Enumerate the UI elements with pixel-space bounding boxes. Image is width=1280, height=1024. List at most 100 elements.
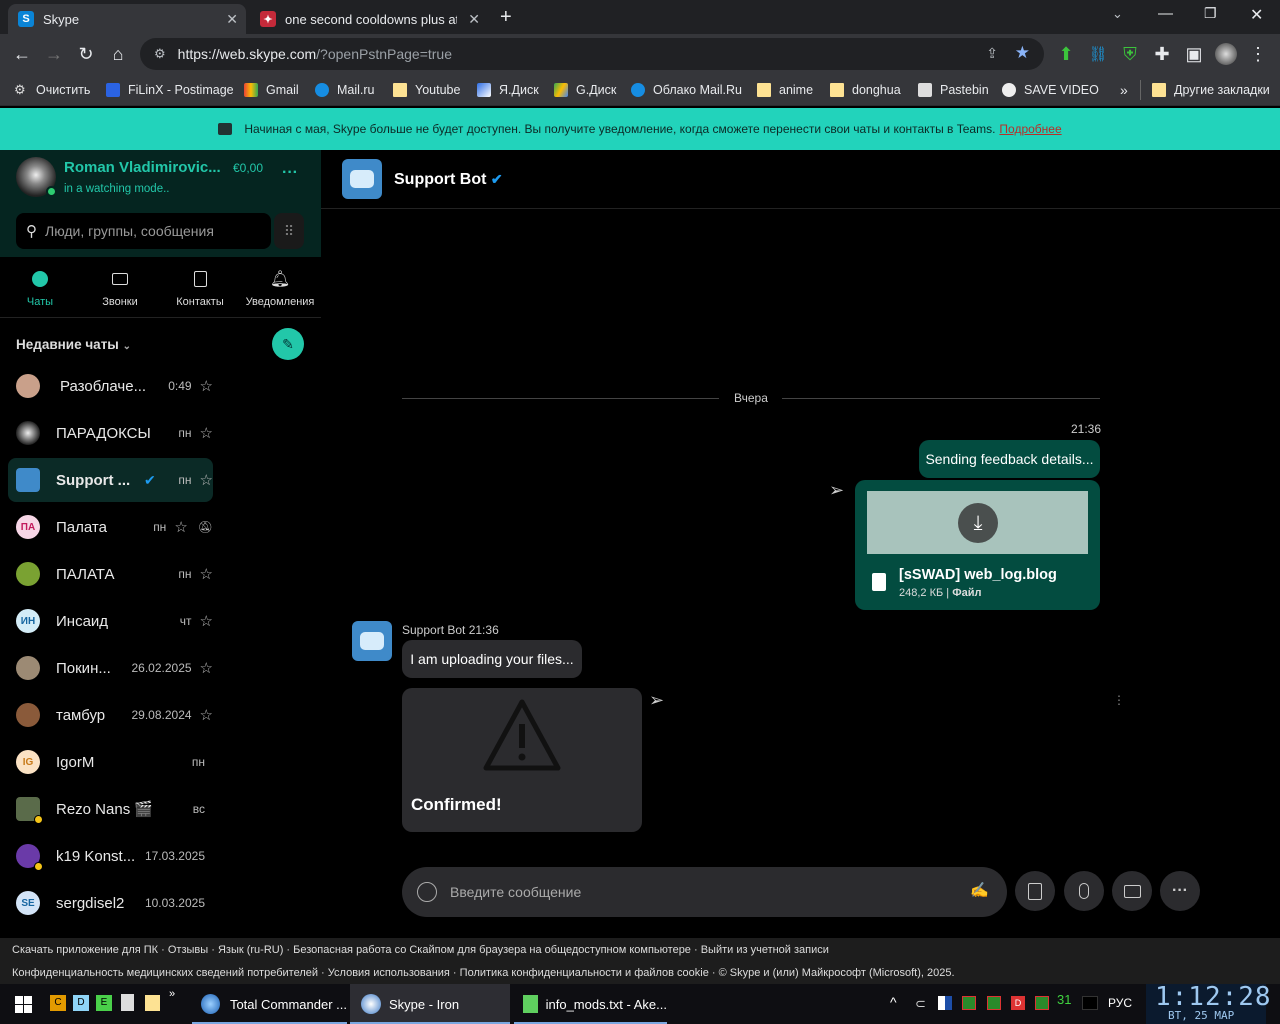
star-icon[interactable]: ☆ — [174, 518, 187, 536]
bookmark-item[interactable]: Mail.ru — [315, 82, 375, 98]
tray-app-icon[interactable] — [1035, 996, 1049, 1010]
bookmark-item[interactable]: donghua — [830, 82, 901, 98]
confirmation-card[interactable]: Confirmed! — [402, 688, 642, 832]
message-input-placeholder[interactable]: Введите сообщение — [450, 884, 581, 900]
list-item[interactable]: IG IgorM пн — [8, 740, 213, 784]
file-attachment[interactable]: ⤓ [sSWAD] web_log.blog 248,2 КБ | Файл — [855, 480, 1100, 610]
bookmark-item[interactable]: Облако Mail.Ru — [631, 82, 742, 98]
bookmarks-overflow[interactable]: » — [1120, 82, 1128, 98]
clock[interactable]: 1:12:28 ВТ, 25 МАР — [1146, 982, 1271, 1024]
close-tab-icon[interactable]: ✕ — [468, 11, 480, 28]
new-chat-button[interactable]: ✎ — [272, 328, 304, 360]
profile-avatar[interactable] — [1215, 43, 1237, 65]
forward-icon[interactable]: → — [42, 42, 66, 66]
restore-icon[interactable]: ❐ — [1204, 5, 1217, 22]
forward-icon[interactable]: ➢ — [649, 690, 664, 711]
outgoing-message[interactable]: Sending feedback details... — [919, 440, 1100, 478]
list-item[interactable]: тамбур 29.08.2024 ☆ — [8, 693, 213, 737]
extension-link-icon[interactable]: ⛓ — [1086, 42, 1110, 66]
bookmark-item[interactable]: G.Диск — [554, 82, 616, 98]
bot-avatar[interactable] — [342, 159, 382, 199]
message-options-icon[interactable]: ⋮ — [1113, 693, 1125, 707]
folder-icon[interactable] — [145, 995, 160, 1011]
notepad-icon[interactable] — [121, 994, 134, 1011]
footer-link[interactable]: Отзывы — [168, 944, 208, 956]
contact-card-button[interactable] — [1112, 871, 1152, 911]
list-item[interactable]: Support ... ✔ пн ☆ — [8, 458, 213, 502]
close-window-icon[interactable]: ✕ — [1250, 5, 1263, 25]
recent-chats-dropdown[interactable]: Недавние чаты ⌄ — [16, 337, 131, 352]
share-icon[interactable]: ⇪ — [986, 45, 998, 62]
tab-notifications[interactable]: 🔔︎ Уведомления — [240, 268, 320, 308]
windows-start-icon[interactable] — [15, 996, 32, 1013]
skype-credit[interactable]: €0,00 — [233, 161, 263, 175]
overflow-icon[interactable]: » — [169, 988, 175, 1000]
star-icon[interactable]: ☆ — [200, 659, 213, 677]
tab-skype[interactable]: S Skype ✕ — [8, 4, 246, 34]
minimize-icon[interactable]: — — [1158, 5, 1173, 22]
voice-message-button[interactable] — [1064, 871, 1104, 911]
site-info-icon[interactable]: ⚙ — [154, 46, 166, 62]
list-item[interactable]: k19 Konst... 17.03.2025 — [8, 834, 213, 878]
bookmark-item[interactable]: Pastebin — [918, 82, 989, 98]
list-item[interactable]: ПА Палата пн ☆ 🔕︎ — [8, 505, 213, 549]
list-item[interactable]: Разоблаче... 0:49 ☆ — [8, 364, 213, 408]
taskbar-app-skype[interactable]: Skype - Iron — [350, 984, 510, 1024]
new-tab-icon[interactable]: + — [500, 6, 512, 29]
extension-arrow-icon[interactable]: ⬆ — [1054, 42, 1078, 66]
paperclip-icon[interactable]: ⊂ — [915, 996, 926, 1012]
tray-counter-icon[interactable]: 31 — [1057, 992, 1071, 1007]
star-icon[interactable]: ☆ — [200, 706, 213, 724]
more-button[interactable]: ··· — [1160, 871, 1200, 911]
bookmark-item[interactable]: Youtube — [393, 82, 460, 98]
bookmark-item[interactable]: Я.Диск — [477, 82, 539, 98]
emoji-icon[interactable] — [417, 882, 437, 902]
tab-chats[interactable]: Чаты — [0, 268, 80, 308]
star-icon[interactable]: ☆ — [200, 471, 213, 489]
mood-message[interactable]: in a watching mode.. — [64, 183, 169, 195]
footer-link[interactable]: Выйти из учетной записи — [701, 944, 829, 956]
bookmark-item[interactable]: anime — [757, 82, 813, 98]
tab-search-icon[interactable]: ⌄ — [1112, 6, 1123, 22]
bookmark-item[interactable]: Gmail — [244, 82, 299, 98]
bot-avatar[interactable] — [352, 621, 392, 661]
bookmark-item[interactable]: FiLinX - Postimage — [106, 82, 234, 98]
star-icon[interactable]: ☆ — [200, 612, 213, 630]
tray-app-icon[interactable] — [938, 996, 952, 1010]
tab-contacts[interactable]: Контакты — [160, 268, 240, 308]
search-input[interactable]: ⚲ Люди, группы, сообщения — [16, 213, 271, 249]
list-item[interactable]: Покин... 26.02.2025 ☆ — [8, 646, 213, 690]
list-item[interactable]: SE sergdisel2 10.03.2025 — [8, 881, 213, 925]
other-bookmarks[interactable]: Другие закладки — [1152, 82, 1270, 98]
pinned-app-icon[interactable]: D — [73, 995, 89, 1011]
list-item[interactable]: ПАЛАТА пн ☆ — [8, 552, 213, 596]
footer-link[interactable]: Конфиденциальность медицинских сведений … — [12, 967, 318, 979]
tray-app-icon[interactable] — [987, 996, 1001, 1010]
profile-name[interactable]: Roman Vladimirovic... — [64, 159, 221, 176]
reload-icon[interactable]: ↻ — [74, 42, 98, 66]
list-item[interactable]: ИН Инсаид чт ☆ — [8, 599, 213, 643]
extension-shield-icon[interactable]: ⛨ — [1118, 42, 1142, 66]
conversation-title[interactable]: Support Bot ✔ — [394, 171, 503, 189]
footer-link[interactable]: Безопасная работа со Скайпом для браузер… — [293, 944, 691, 956]
close-tab-icon[interactable]: ✕ — [226, 11, 238, 28]
star-icon[interactable]: ☆ — [200, 424, 213, 442]
message-composer[interactable]: Введите сообщение ✍ — [402, 867, 1007, 917]
footer-link[interactable]: Условия использования — [328, 967, 450, 979]
tab-other[interactable]: ✦ one second cooldowns plus at D ✕ — [250, 4, 488, 34]
taskbar-app-totalcmd[interactable]: Total Commander ... — [192, 984, 347, 1024]
bookmark-item[interactable]: SAVE VIDEO — [1002, 82, 1099, 98]
dialpad-button[interactable]: ⠿ — [274, 213, 304, 249]
sidepanel-icon[interactable]: ▣ — [1182, 42, 1206, 66]
home-icon[interactable]: ⌂ — [106, 42, 130, 66]
input-language[interactable]: РУС — [1108, 996, 1132, 1010]
banner-more-link[interactable]: Подробнее — [999, 122, 1061, 136]
list-item[interactable]: ПАРАДОКСЫ пн ☆ — [8, 411, 213, 455]
pinned-app-icon[interactable]: C — [50, 995, 66, 1011]
star-icon[interactable]: ☆ — [200, 565, 213, 583]
tray-app-icon[interactable] — [962, 996, 976, 1010]
back-icon[interactable]: ← — [10, 42, 34, 66]
pinned-app-icon[interactable]: E — [96, 995, 112, 1011]
footer-link[interactable]: Скачать приложение для ПК — [12, 944, 158, 956]
tray-app-icon[interactable]: D — [1011, 996, 1025, 1010]
